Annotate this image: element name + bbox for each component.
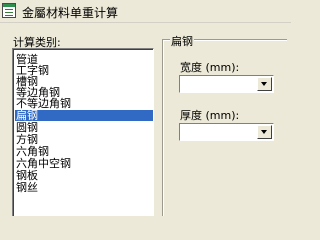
- app-icon-bar: [3, 4, 15, 7]
- thickness-label: 厚度 (mm):: [180, 109, 240, 122]
- groupbox-highlight: [163, 40, 164, 216]
- width-combobox[interactable]: [179, 75, 274, 93]
- app-icon-line: [5, 15, 13, 16]
- list-item-steel-plate[interactable]: 钢板: [15, 170, 153, 181]
- list-item-unequal-angle[interactable]: 不等边角钢: [15, 98, 153, 109]
- list-item-hex-bar[interactable]: 六角钢: [15, 146, 153, 157]
- list-item-round-bar[interactable]: 圆钢: [15, 122, 153, 133]
- thickness-combobox[interactable]: [179, 123, 274, 141]
- width-dropdown-button[interactable]: [257, 77, 272, 91]
- app-icon: [2, 3, 16, 18]
- chevron-down-icon: [261, 82, 267, 86]
- list-item-square-bar[interactable]: 方钢: [15, 134, 153, 145]
- list-item-steel-wire[interactable]: 钢丝: [15, 182, 153, 193]
- thickness-dropdown-button[interactable]: [257, 125, 272, 139]
- category-list-inner: 管道 工字钢 槽钢 等边角钢 不等边角钢 扁钢 圆钢 方钢 六角钢 六角中空钢 …: [13, 49, 153, 216]
- chevron-down-icon: [261, 130, 267, 134]
- list-item-flat-bar[interactable]: 扁钢: [15, 110, 153, 121]
- width-label: 宽度 (mm):: [180, 61, 240, 74]
- list-item-hollow-hex-bar[interactable]: 六角中空钢: [15, 158, 153, 169]
- title-bar: 金屬材料单重计算: [0, 0, 291, 23]
- app-icon-line: [5, 12, 13, 13]
- category-listbox[interactable]: 管道 工字钢 槽钢 等边角钢 不等边角钢 扁钢 圆钢 方钢 六角钢 六角中空钢 …: [12, 48, 154, 216]
- groupbox-title: 扁钢: [170, 33, 194, 49]
- window-title: 金屬材料单重计算: [22, 6, 119, 20]
- calculator-window: 金屬材料单重计算 计算类别: 管道 工字钢 槽钢 等边角钢 不等边角钢 扁钢 圆…: [0, 0, 291, 216]
- app-icon-line: [5, 9, 13, 10]
